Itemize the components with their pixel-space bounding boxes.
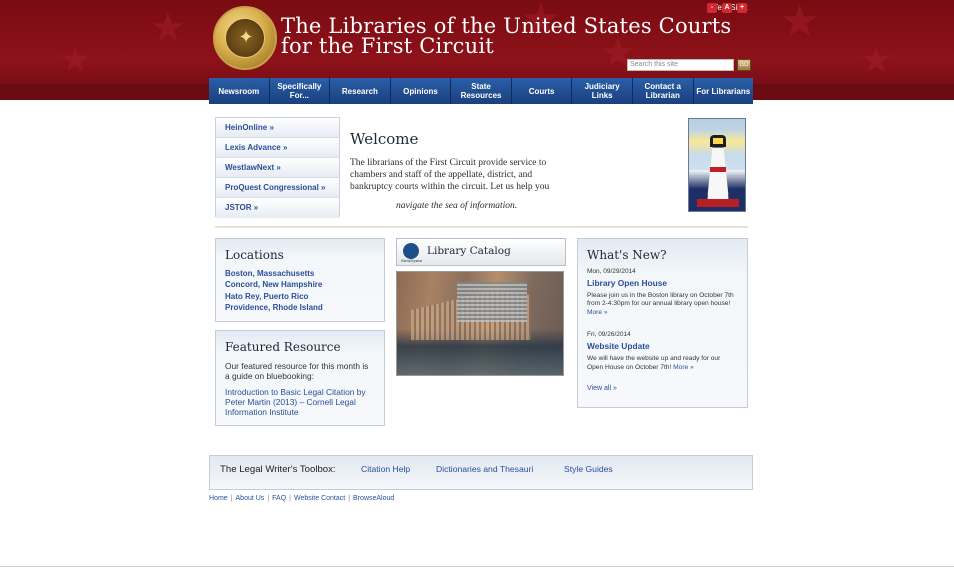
search-go-button[interactable]: GO: [737, 59, 751, 71]
footer-link-contact[interactable]: Website Contact: [294, 495, 345, 502]
site-title-line2: for the First Circuit: [281, 34, 494, 58]
sirsidynix-logo-icon: [403, 243, 419, 259]
view-all-news-link[interactable]: View all »: [587, 385, 617, 392]
footer-links: Home | About Us | FAQ | Website Contact | Browse…: [209, 495, 395, 502]
news-date: Mon, 09/29/2014: [587, 268, 636, 275]
nav-item-specifically-for[interactable]: Specifically For...: [270, 78, 331, 104]
featured-resource-panel: Featured Resource Our featured resource …: [215, 330, 385, 426]
location-link-boston[interactable]: Boston, Massachusetts: [225, 268, 375, 279]
news-body-text: Please join us in the Boston library on …: [587, 292, 734, 308]
whats-new-heading: What's New?: [587, 248, 667, 262]
star-decoration-icon: ★: [150, 5, 186, 51]
legal-writers-toolbox: The Legal Writer's Toolbox: Citation Hel…: [209, 455, 753, 490]
catalog-label: Library Catalog: [427, 245, 511, 257]
footer-link-about[interactable]: About Us: [236, 495, 265, 502]
toolbox-label: The Legal Writer's Toolbox:: [220, 464, 336, 475]
welcome-text: The librarians of the First Circuit prov…: [350, 158, 550, 192]
search-input[interactable]: Search this site: [627, 59, 734, 71]
locations-panel: Locations Boston, Massachusetts Concord,…: [215, 238, 385, 322]
database-link-proquest[interactable]: ProQuest Congressional »: [216, 178, 339, 198]
news-body: We will have the website up and ready fo…: [587, 355, 738, 372]
location-link-hato-rey[interactable]: Hato Rey, Puerto Rico: [225, 291, 375, 302]
featured-heading: Featured Resource: [225, 340, 341, 354]
locations-heading: Locations: [225, 248, 284, 262]
news-date: Fri, 09/26/2014: [587, 331, 631, 339]
nav-item-judiciary-links[interactable]: Judiciary Links: [572, 78, 633, 104]
main-nav: Newsroom Specifically For... Research Op…: [209, 78, 753, 104]
nav-item-opinions[interactable]: Opinions: [391, 78, 452, 104]
news-headline-link[interactable]: Website Update: [587, 341, 738, 351]
nav-item-for-librarians[interactable]: For Librarians: [694, 78, 754, 104]
star-decoration-icon: ★: [860, 40, 893, 81]
welcome-tagline: navigate the sea of information.: [396, 201, 518, 211]
database-link-jstor[interactable]: JSTOR »: [216, 198, 339, 218]
eagle-icon: ✦: [225, 18, 265, 58]
bottom-rule: [0, 566, 954, 567]
news-more-link[interactable]: More »: [673, 364, 694, 371]
location-link-concord[interactable]: Concord, New Hampshire: [225, 279, 375, 290]
lighthouse-image: [688, 118, 746, 212]
court-seal-logo[interactable]: ✦: [213, 6, 277, 70]
database-link-heinonline[interactable]: HeinOnline »: [216, 118, 339, 138]
database-link-westlaw[interactable]: WestlawNext »: [216, 158, 339, 178]
toolbox-link-style-guides[interactable]: Style Guides: [564, 464, 613, 474]
section-divider: [215, 226, 748, 228]
news-body-text: We will have the website up and ready fo…: [587, 355, 721, 371]
news-item: Mon, 09/29/2014 Library Open House Pleas…: [587, 268, 738, 317]
site-title-line1: The Libraries of the United States Court…: [281, 14, 732, 38]
whats-new-panel: What's New? Mon, 09/29/2014 Library Open…: [577, 238, 748, 408]
nav-item-contact-librarian[interactable]: Contact a Librarian: [633, 78, 694, 104]
welcome-heading: Welcome: [350, 130, 419, 148]
catalog-logo-text: SirsiDynix: [401, 258, 422, 263]
news-headline-link[interactable]: Library Open House: [587, 278, 738, 288]
site-title[interactable]: The Libraries of the United States Court…: [281, 14, 732, 58]
nav-item-state-resources[interactable]: State Resources: [451, 78, 512, 104]
nav-item-newsroom[interactable]: Newsroom: [209, 78, 270, 104]
text-size-reset-button[interactable]: A: [722, 3, 732, 13]
featured-resource-link[interactable]: Introduction to Basic Legal Citation by …: [225, 387, 375, 417]
text-size-decrease-button[interactable]: -: [707, 3, 717, 13]
star-decoration-icon: ★: [60, 40, 91, 80]
news-body: Please join us in the Boston library on …: [587, 292, 738, 317]
database-list: HeinOnline » Lexis Advance » WestlawNext…: [215, 117, 340, 218]
news-item: Fri, 09/26/2014 Website Update We will h…: [587, 331, 738, 372]
welcome-section: Welcome The librarians of the First Circ…: [350, 130, 570, 211]
featured-text: Our featured resource for this month is …: [225, 361, 369, 381]
library-photo: [396, 271, 564, 376]
location-link-providence[interactable]: Providence, Rhode Island: [225, 302, 375, 313]
nav-item-courts[interactable]: Courts: [512, 78, 573, 104]
footer-link-browsealoud[interactable]: BrowseAloud: [353, 495, 394, 502]
toolbox-link-citation-help[interactable]: Citation Help: [361, 464, 410, 474]
database-link-lexis[interactable]: Lexis Advance »: [216, 138, 339, 158]
star-decoration-icon: ★: [780, 0, 820, 47]
nav-item-research[interactable]: Research: [330, 78, 391, 104]
library-catalog-button[interactable]: SirsiDynix Library Catalog: [396, 238, 566, 266]
footer-link-home[interactable]: Home: [209, 495, 228, 502]
footer-link-faq[interactable]: FAQ: [272, 495, 286, 502]
news-more-link[interactable]: More »: [587, 309, 608, 316]
text-size-increase-button[interactable]: +: [737, 3, 747, 13]
toolbox-link-dictionaries[interactable]: Dictionaries and Thesauri: [436, 464, 533, 474]
